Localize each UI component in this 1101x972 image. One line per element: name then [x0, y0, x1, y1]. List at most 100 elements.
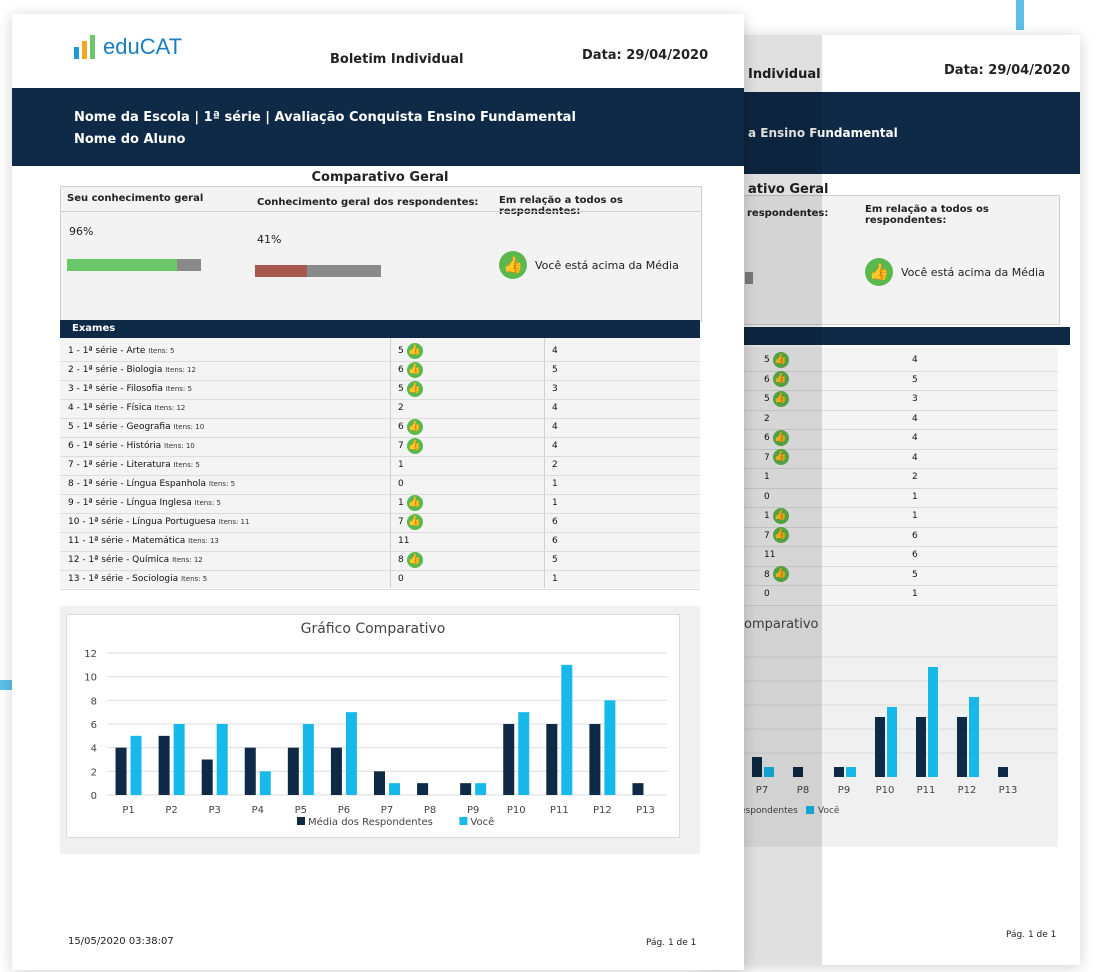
exam-you-score: 6 👍: [398, 418, 423, 437]
bar-voce: [846, 767, 856, 777]
exam-avg-score: 4: [912, 452, 918, 463]
exam-avg-score: 1: [912, 589, 918, 599]
bar-media: [287, 747, 299, 795]
bar-voce: [389, 783, 400, 795]
x-tick-label: P9: [467, 805, 479, 816]
bar-media: [546, 724, 558, 795]
bar-voce: [259, 771, 271, 795]
footer-page: Pág. 1 de 1: [646, 938, 697, 948]
exam-name: 10 - 1ª série - Língua Portuguesa Itens:…: [68, 517, 250, 527]
exam-items: Itens: 10: [164, 442, 195, 450]
thumbs-up-icon: 👍: [406, 361, 423, 378]
bar-media: [115, 747, 127, 795]
bar-media: [417, 783, 429, 795]
exam-items: Itens: 12: [154, 404, 186, 412]
x-tick-label: P9: [838, 785, 850, 796]
accent-bar-left: [0, 680, 12, 690]
x-tick-label: P10: [507, 805, 526, 816]
header-band: Nome da Escola | 1ª série | Avaliação Co…: [12, 88, 744, 166]
summary-title: Comparativo Geral: [311, 170, 449, 185]
bar-media: [244, 747, 256, 795]
exam-name: 9 - 1ª série - Língua Inglesa Itens: 5: [68, 498, 221, 508]
x-tick-label: P6: [338, 805, 350, 816]
exam-name: 2 - 1ª série - Biologia Itens: 12: [68, 365, 196, 375]
back-summary-col3: Em relação a todos os respondentes:: [865, 204, 989, 226]
exam-items: Itens: 12: [172, 556, 203, 564]
summary-box: Seu conhecimento geral Conhecimento gera…: [60, 186, 702, 322]
exam-items: Itens: 13: [188, 537, 219, 545]
exam-table: 1 - 1ª série - Arte Itens: 5 5 👍 4 2 - 1ª s…: [60, 338, 700, 590]
exam-name: 13 - 1ª série - Sociologia Itens: 5: [68, 574, 208, 584]
exam-items: Itens: 12: [165, 366, 196, 374]
bar-voce: [561, 664, 573, 795]
bar-media: [916, 717, 926, 777]
exam-avg-score: 3: [912, 394, 918, 404]
x-tick-label: P3: [208, 805, 220, 816]
exam-row: 10 - 1ª série - Língua Portuguesa Itens:…: [60, 513, 700, 533]
exam-row: 5 - 1ª série - Geografia Itens: 10 6 👍 4: [60, 418, 700, 438]
back-thumbs-up-icon: 👍: [865, 258, 893, 286]
exam-items: Itens: 5: [165, 385, 192, 393]
exam-name: 7 - 1ª série - Literatura Itens: 5: [68, 460, 200, 470]
exam-name: 5 - 1ª série - Geografia Itens: 10: [68, 422, 205, 432]
exam-name: 11 - 1ª série - Matemática Itens: 13: [68, 536, 219, 546]
legend-swatch: [459, 817, 468, 825]
exam-avg-score: 6: [552, 517, 558, 527]
exam-avg-score: 5: [552, 555, 558, 565]
exam-avg-score: 5: [552, 365, 558, 375]
summary-col2: Conhecimento geral dos respondentes:: [257, 197, 479, 208]
front-page: eduCAT Boletim Individual Data: 29/04/20…: [12, 14, 744, 970]
y-tick-label: 0: [91, 791, 97, 802]
exam-items: Itens: 5: [173, 461, 200, 469]
exam-you-score: 6 👍: [398, 361, 423, 380]
exam-avg-score: 2: [552, 460, 558, 470]
thumbs-up-icon: 👍: [406, 418, 423, 435]
x-tick-label: P10: [876, 785, 895, 796]
exam-avg-score: 5: [912, 374, 918, 385]
bar-media: [503, 724, 515, 795]
bar-media: [998, 767, 1008, 777]
student-percent: 96%: [69, 225, 94, 238]
exam-you-score: 5 👍: [398, 380, 423, 399]
exam-row: 6 - 1ª série - História Itens: 10 7 👍 4: [60, 437, 700, 457]
bar-voce: [604, 700, 616, 795]
y-tick-label: 10: [84, 673, 97, 684]
back-page-date: Data: 29/04/2020: [944, 63, 1071, 78]
bar-media: [632, 783, 644, 795]
bar-media: [834, 767, 844, 777]
header-line1: Nome da Escola | 1ª série | Avaliação Co…: [74, 110, 576, 125]
footer-timestamp: 15/05/2020 03:38:07: [68, 936, 174, 947]
exam-you-score: 5 👍: [398, 342, 423, 361]
exam-avg-score: 1: [552, 574, 558, 584]
bar-media: [330, 747, 342, 795]
thumbs-up-icon: 👍: [499, 251, 527, 279]
exam-you-score: 0: [398, 479, 404, 489]
bar-voce: [216, 724, 228, 795]
legend-label: Você: [470, 816, 494, 828]
y-tick-label: 8: [91, 696, 97, 707]
exam-avg-score: 2: [912, 472, 918, 482]
exam-header-band: Exames: [60, 320, 700, 338]
bar-voce: [969, 697, 979, 777]
exam-you-score: 1 👍: [398, 494, 423, 513]
overlap-shadow: [744, 35, 822, 965]
bar-voce: [928, 667, 938, 777]
exam-you-score: 2: [398, 403, 404, 413]
group-percent: 41%: [257, 233, 282, 246]
summary-col3: Em relação a todos os respondentes:: [499, 195, 623, 217]
exam-you-score: 0: [398, 574, 404, 584]
exam-avg-score: 1: [552, 498, 558, 508]
x-tick-label: P8: [424, 805, 436, 816]
exam-name: 4 - 1ª série - Física Itens: 12: [68, 403, 186, 413]
verdict-text: Você está acima da Média: [535, 258, 679, 272]
exam-row: 3 - 1ª série - Filosofia Itens: 5 5 👍 3: [60, 380, 700, 400]
exam-avg-score: 4: [552, 403, 558, 413]
bar-voce: [345, 712, 357, 795]
bar-media: [875, 717, 885, 777]
header-line2: Nome do Aluno: [74, 132, 186, 147]
exam-name: 3 - 1ª série - Filosofia Itens: 5: [68, 384, 192, 394]
exam-avg-score: 6: [912, 550, 918, 560]
bar-media: [374, 771, 385, 795]
bar-media: [957, 717, 967, 777]
student-progress-fill: [67, 259, 177, 271]
